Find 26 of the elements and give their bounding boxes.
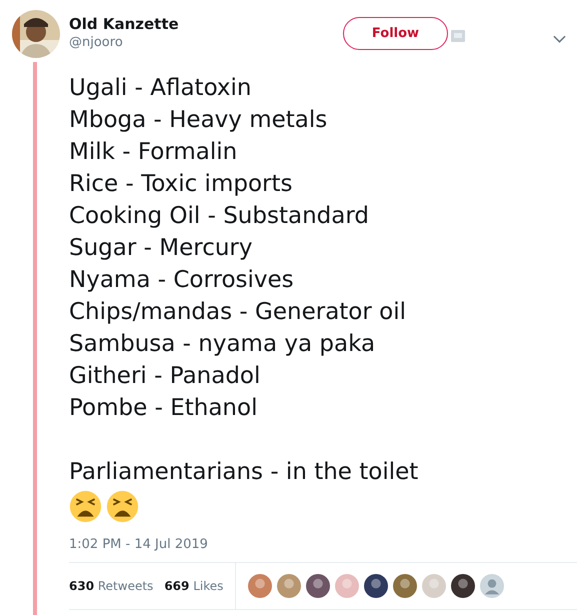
chevron-down-icon[interactable] — [553, 35, 566, 43]
liker-avatar[interactable] — [451, 574, 476, 598]
tweet-text-line: Ugali - Aflatoxin — [69, 74, 253, 103]
follow-button[interactable]: Follow — [343, 17, 448, 50]
tired-face-icon — [69, 490, 102, 523]
author-handle[interactable]: @njooro — [69, 35, 339, 50]
tweet-text-line: Sugar - Mercury — [69, 234, 254, 263]
tweet-timestamp[interactable]: 1:02 PM - 14 Jul 2019 — [69, 537, 577, 552]
author-name[interactable]: Old Kanzette — [69, 15, 339, 33]
tweet-text-line: Mboga - Heavy metals — [69, 106, 328, 135]
tweet-text-line: Pombe - Ethanol — [69, 394, 258, 423]
stat-link[interactable]: 669 Likes — [164, 579, 224, 593]
tweet-text-line: Nyama - Corrosives — [69, 266, 295, 295]
liker-avatar[interactable] — [306, 574, 330, 598]
tweet-text-line: Chips/mandas - Generator oil — [69, 298, 407, 327]
default-avatar[interactable] — [480, 574, 504, 598]
tweet-text-line: Githeri - Panadol — [69, 362, 262, 391]
stat-link[interactable]: 630 Retweets — [69, 579, 154, 593]
tired-face-icon — [106, 490, 139, 523]
tweet-text-line: Sambusa - nyama ya paka — [69, 330, 376, 359]
tweet-text-line: Milk - Formalin — [69, 138, 238, 167]
card-icon — [451, 29, 465, 43]
tweet-text-line: Parliamentarians - in the toilet — [69, 458, 420, 487]
liker-avatar[interactable] — [364, 574, 388, 598]
tweet-text-line: Rice - Toxic imports — [69, 170, 294, 199]
tweet-text-line: Cooking Oil - Substandard — [69, 202, 370, 231]
